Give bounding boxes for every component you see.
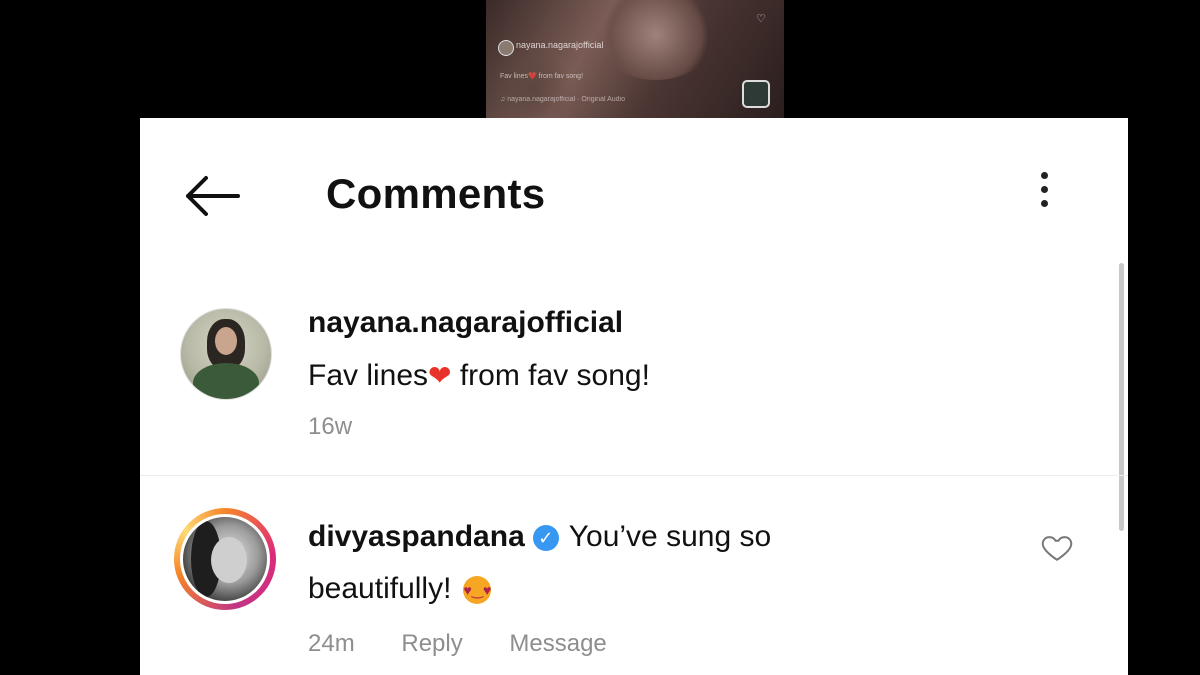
thumbnail-audio-disc-icon bbox=[742, 80, 770, 108]
comment-actions: 24m Reply Message bbox=[308, 630, 647, 658]
thumbnail-caption: Fav lines❤️ from fav song! bbox=[500, 73, 584, 80]
thumbnail-image-shadow bbox=[486, 50, 576, 118]
comment-timestamp: 16w bbox=[308, 413, 353, 440]
comment-item: divyaspandana ✓ You’ve sung so beautifully… bbox=[140, 508, 1128, 675]
thumbnail-audio: ♫ nayana.nagarajofficial · Original Audi… bbox=[500, 96, 625, 103]
heart-eyes-cat-emoji-icon: ♥‿♥ bbox=[463, 576, 492, 605]
heart-emoji-icon: ❤ bbox=[428, 360, 452, 391]
comment-text-line: divyaspandana ✓ You’ve sung so bbox=[308, 520, 771, 554]
comment-text-line: beautifully! ♥‿♥ bbox=[308, 572, 492, 605]
comment-username[interactable]: nayana.nagarajofficial bbox=[308, 306, 623, 340]
reply-button[interactable]: Reply bbox=[401, 630, 462, 657]
video-thumbnail[interactable]: ♡ nayana.nagarajofficial Fav lines❤️ fro… bbox=[486, 0, 784, 118]
thumbnail-username: nayana.nagarajofficial bbox=[516, 40, 604, 50]
avatar[interactable] bbox=[180, 514, 270, 604]
page-title: Comments bbox=[326, 170, 546, 217]
avatar[interactable] bbox=[180, 308, 272, 400]
thumbnail-image-highlight bbox=[596, 0, 716, 80]
comment-timestamp: 24m bbox=[308, 630, 355, 657]
comment-item: nayana.nagarajofficial Fav lines❤ from f… bbox=[140, 296, 1128, 476]
heart-outline-icon[interactable] bbox=[1040, 530, 1074, 564]
divider bbox=[140, 475, 1128, 476]
comment-text: You’ve sung so bbox=[568, 520, 772, 553]
vertical-ellipsis-icon[interactable] bbox=[1032, 168, 1056, 218]
message-button[interactable]: Message bbox=[509, 630, 606, 657]
thumbnail-avatar bbox=[498, 40, 514, 56]
comments-panel: Comments nayana.nagarajofficial Fav line… bbox=[140, 118, 1128, 675]
comments-header: Comments bbox=[140, 118, 1128, 268]
arrow-left-icon[interactable] bbox=[182, 174, 242, 218]
thumbnail-like-icon: ♡ bbox=[756, 13, 766, 25]
verified-badge-icon: ✓ bbox=[532, 525, 559, 552]
comment-text: Fav lines❤ from fav song! bbox=[308, 359, 650, 392]
comment-username[interactable]: divyaspandana bbox=[308, 520, 525, 553]
